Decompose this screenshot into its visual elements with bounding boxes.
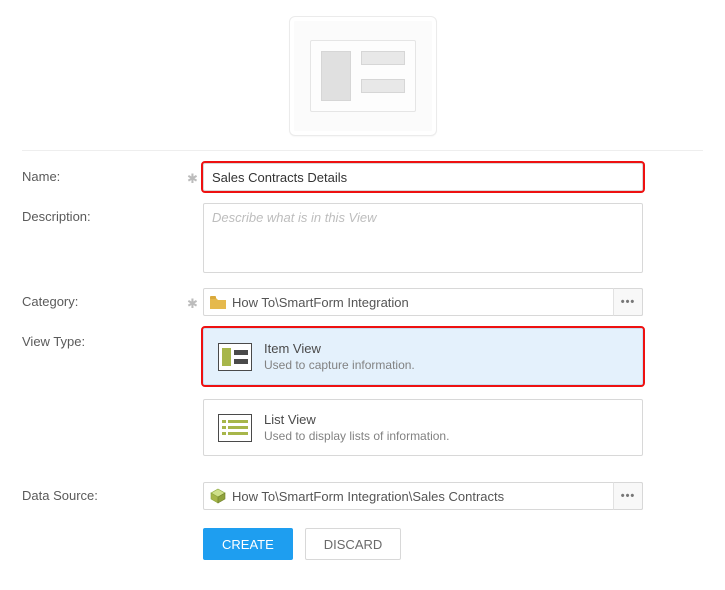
create-button[interactable]: CREATE: [203, 528, 293, 560]
create-view-form: Name: ✱ Description: Category: ✱: [0, 0, 725, 578]
description-label: Description:: [22, 203, 187, 224]
ellipsis-icon: •••: [621, 491, 636, 502]
name-input[interactable]: [203, 163, 643, 191]
ellipsis-icon: •••: [621, 297, 636, 308]
category-path: How To\SmartForm Integration: [232, 295, 409, 310]
data-source-browse-button[interactable]: •••: [613, 482, 643, 510]
item-view-icon: [218, 343, 252, 371]
data-source-picker[interactable]: How To\SmartForm Integration\Sales Contr…: [203, 482, 643, 510]
data-source-label: Data Source:: [22, 482, 187, 503]
category-browse-button[interactable]: •••: [613, 288, 643, 316]
view-type-item[interactable]: Item View Used to capture information.: [203, 328, 643, 385]
required-icon: ✱: [187, 171, 198, 186]
list-view-icon: [218, 414, 252, 442]
view-type-label: View Type:: [22, 328, 187, 349]
view-type-item-subtitle: Used to capture information.: [264, 358, 415, 372]
data-source-path: How To\SmartForm Integration\Sales Contr…: [232, 489, 504, 504]
view-type-list-subtitle: Used to display lists of information.: [264, 429, 449, 443]
name-label: Name:: [22, 163, 187, 184]
view-type-preview: [289, 16, 437, 136]
smartobject-icon: [210, 488, 226, 504]
view-type-list[interactable]: List View Used to display lists of infor…: [203, 399, 643, 456]
category-label: Category:: [22, 288, 187, 309]
discard-button[interactable]: DISCARD: [305, 528, 402, 560]
required-icon: ✱: [187, 296, 198, 311]
category-picker[interactable]: How To\SmartForm Integration: [203, 288, 643, 316]
description-input[interactable]: [203, 203, 643, 273]
view-type-item-title: Item View: [264, 341, 415, 356]
folder-icon: [210, 295, 226, 309]
divider: [22, 150, 703, 151]
view-type-list-title: List View: [264, 412, 449, 427]
